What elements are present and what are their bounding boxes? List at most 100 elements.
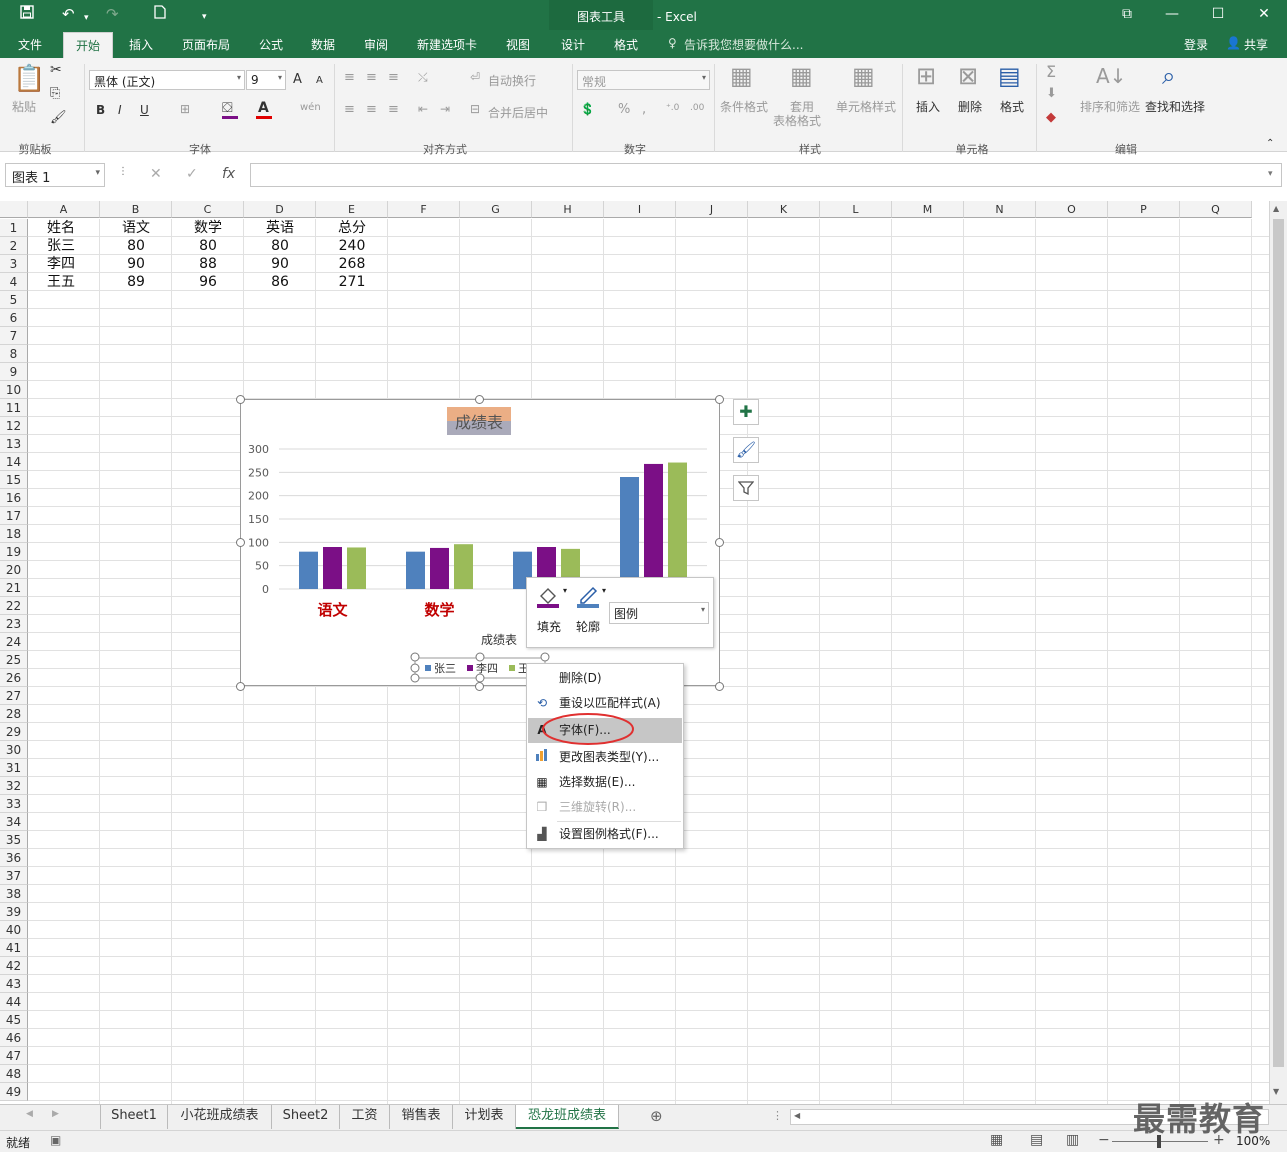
name-box[interactable]: 图表 1 ▾: [5, 163, 105, 187]
row-header[interactable]: 18: [0, 525, 28, 543]
insert-function-icon[interactable]: fx: [222, 166, 235, 182]
column-header[interactable]: A: [28, 201, 100, 218]
fill-bucket-icon[interactable]: [537, 584, 561, 611]
row-header[interactable]: 9: [0, 363, 28, 381]
font-size-select[interactable]: 9 ▾: [246, 70, 286, 90]
formula-input[interactable]: [250, 163, 1282, 187]
zoom-out-button[interactable]: −: [1098, 1132, 1110, 1148]
sort-filter-button[interactable]: 排序和筛选: [1080, 98, 1140, 115]
format-cells-icon[interactable]: ▤: [998, 62, 1021, 90]
add-sheet-icon[interactable]: ⊕: [650, 1107, 663, 1125]
tab-split-icon[interactable]: ⋮: [772, 1109, 783, 1122]
border-icon[interactable]: ⊞: [180, 102, 190, 116]
cell-styles-button[interactable]: 单元格样式: [836, 98, 896, 115]
share-button[interactable]: 共享: [1244, 36, 1268, 53]
page-break-view-icon[interactable]: ▥: [1066, 1132, 1079, 1148]
resize-handle[interactable]: [236, 682, 245, 691]
macro-record-icon[interactable]: ▣: [50, 1133, 61, 1147]
minimize-button[interactable]: —: [1149, 0, 1195, 30]
row-header[interactable]: 39: [0, 903, 28, 921]
column-header[interactable]: M: [892, 201, 964, 218]
cell[interactable]: 86: [244, 273, 316, 291]
sheet-tab-sheet1[interactable]: Sheet1: [101, 1105, 168, 1129]
row-header[interactable]: 25: [0, 651, 28, 669]
row-header[interactable]: 14: [0, 453, 28, 471]
row-header[interactable]: 3: [0, 255, 28, 273]
bar[interactable]: [644, 463, 663, 589]
tab-chart-format[interactable]: 格式: [614, 36, 638, 53]
font-color-icon[interactable]: A: [258, 100, 269, 116]
format-table-icon[interactable]: ▦: [790, 62, 813, 90]
row-header[interactable]: 20: [0, 561, 28, 579]
scroll-down-icon[interactable]: ▼: [1273, 1087, 1279, 1096]
row-header[interactable]: 44: [0, 993, 28, 1011]
column-header[interactable]: F: [388, 201, 460, 218]
row-header[interactable]: 33: [0, 795, 28, 813]
resize-handle[interactable]: [715, 538, 724, 547]
accounting-icon[interactable]: 💲: [580, 102, 595, 116]
vertical-scrollbar[interactable]: ▲ ▼: [1269, 201, 1287, 1104]
enter-icon[interactable]: ✓: [186, 166, 198, 182]
cell-styles-icon[interactable]: ▦: [852, 62, 875, 90]
row-header[interactable]: 29: [0, 723, 28, 741]
underline-button[interactable]: U: [140, 103, 149, 117]
delete-cells-button[interactable]: 删除: [958, 98, 982, 115]
row-header[interactable]: 15: [0, 471, 28, 489]
tab-formulas[interactable]: 公式: [259, 36, 283, 53]
bar[interactable]: [668, 462, 687, 589]
cell[interactable]: 80: [244, 237, 316, 255]
tell-me-box[interactable]: 告诉我您想要做什么...: [684, 36, 803, 53]
font-name-select[interactable]: 黑体 (正文) ▾: [89, 70, 245, 90]
row-header[interactable]: 4: [0, 273, 28, 291]
expand-formula-icon[interactable]: ▾: [1268, 169, 1273, 179]
sheet-tab-xiaohua[interactable]: 小花班成绩表: [168, 1105, 272, 1129]
cell[interactable]: 语文: [100, 219, 172, 237]
column-header[interactable]: G: [460, 201, 532, 218]
row-header[interactable]: 46: [0, 1029, 28, 1047]
paste-icon[interactable]: 📋: [13, 64, 45, 94]
scroll-left-icon[interactable]: ◀: [794, 1111, 800, 1120]
orientation-icon[interactable]: ⤯: [418, 70, 428, 85]
resize-handle[interactable]: [475, 395, 484, 404]
row-header[interactable]: 40: [0, 921, 28, 939]
legend-entry[interactable]: 李四: [476, 661, 498, 675]
ribbon-display-icon[interactable]: ⧉: [1104, 0, 1150, 30]
column-header[interactable]: O: [1036, 201, 1108, 218]
resize-handle[interactable]: [715, 395, 724, 404]
find-select-icon[interactable]: ⌕: [1162, 62, 1175, 90]
outline-dropdown-icon[interactable]: ▾: [602, 586, 606, 595]
row-header[interactable]: 19: [0, 543, 28, 561]
increase-indent-icon[interactable]: ⇥: [440, 102, 450, 116]
row-header[interactable]: 11: [0, 399, 28, 417]
column-header[interactable]: D: [244, 201, 316, 218]
increase-decimal-icon[interactable]: ⁺.0: [666, 103, 679, 113]
delete-cells-icon[interactable]: ⊠: [958, 62, 978, 90]
format-painter-icon[interactable]: 🖌: [50, 110, 67, 125]
column-header[interactable]: J: [676, 201, 748, 218]
tab-file[interactable]: 文件: [18, 36, 42, 53]
column-header[interactable]: H: [532, 201, 604, 218]
align-right-icon[interactable]: ≡: [388, 102, 399, 117]
bar[interactable]: [406, 551, 425, 589]
column-header[interactable]: P: [1108, 201, 1180, 218]
row-header[interactable]: 13: [0, 435, 28, 453]
row-header[interactable]: 10: [0, 381, 28, 399]
row-header[interactable]: 8: [0, 345, 28, 363]
column-header[interactable]: K: [748, 201, 820, 218]
cell[interactable]: 88: [172, 255, 244, 273]
merge-center-icon[interactable]: ⊟: [470, 102, 480, 116]
wrap-text-button[interactable]: 自动换行: [488, 72, 536, 89]
shrink-font-button[interactable]: A: [316, 75, 323, 86]
decrease-indent-icon[interactable]: ⇤: [418, 102, 428, 116]
format-table-button-2[interactable]: 表格格式: [773, 112, 821, 129]
cell[interactable]: 英语: [244, 219, 316, 237]
fill-color-icon[interactable]: ⛋: [222, 100, 233, 116]
conditional-format-button[interactable]: 条件格式: [720, 98, 768, 115]
row-header[interactable]: 42: [0, 957, 28, 975]
bold-button[interactable]: B: [96, 103, 105, 117]
row-header[interactable]: 23: [0, 615, 28, 633]
format-cells-button[interactable]: 格式: [1000, 98, 1024, 115]
row-header[interactable]: 30: [0, 741, 28, 759]
scroll-up-icon[interactable]: ▲: [1273, 204, 1279, 213]
sheet-tab-konglong[interactable]: 恐龙班成绩表: [516, 1105, 619, 1129]
